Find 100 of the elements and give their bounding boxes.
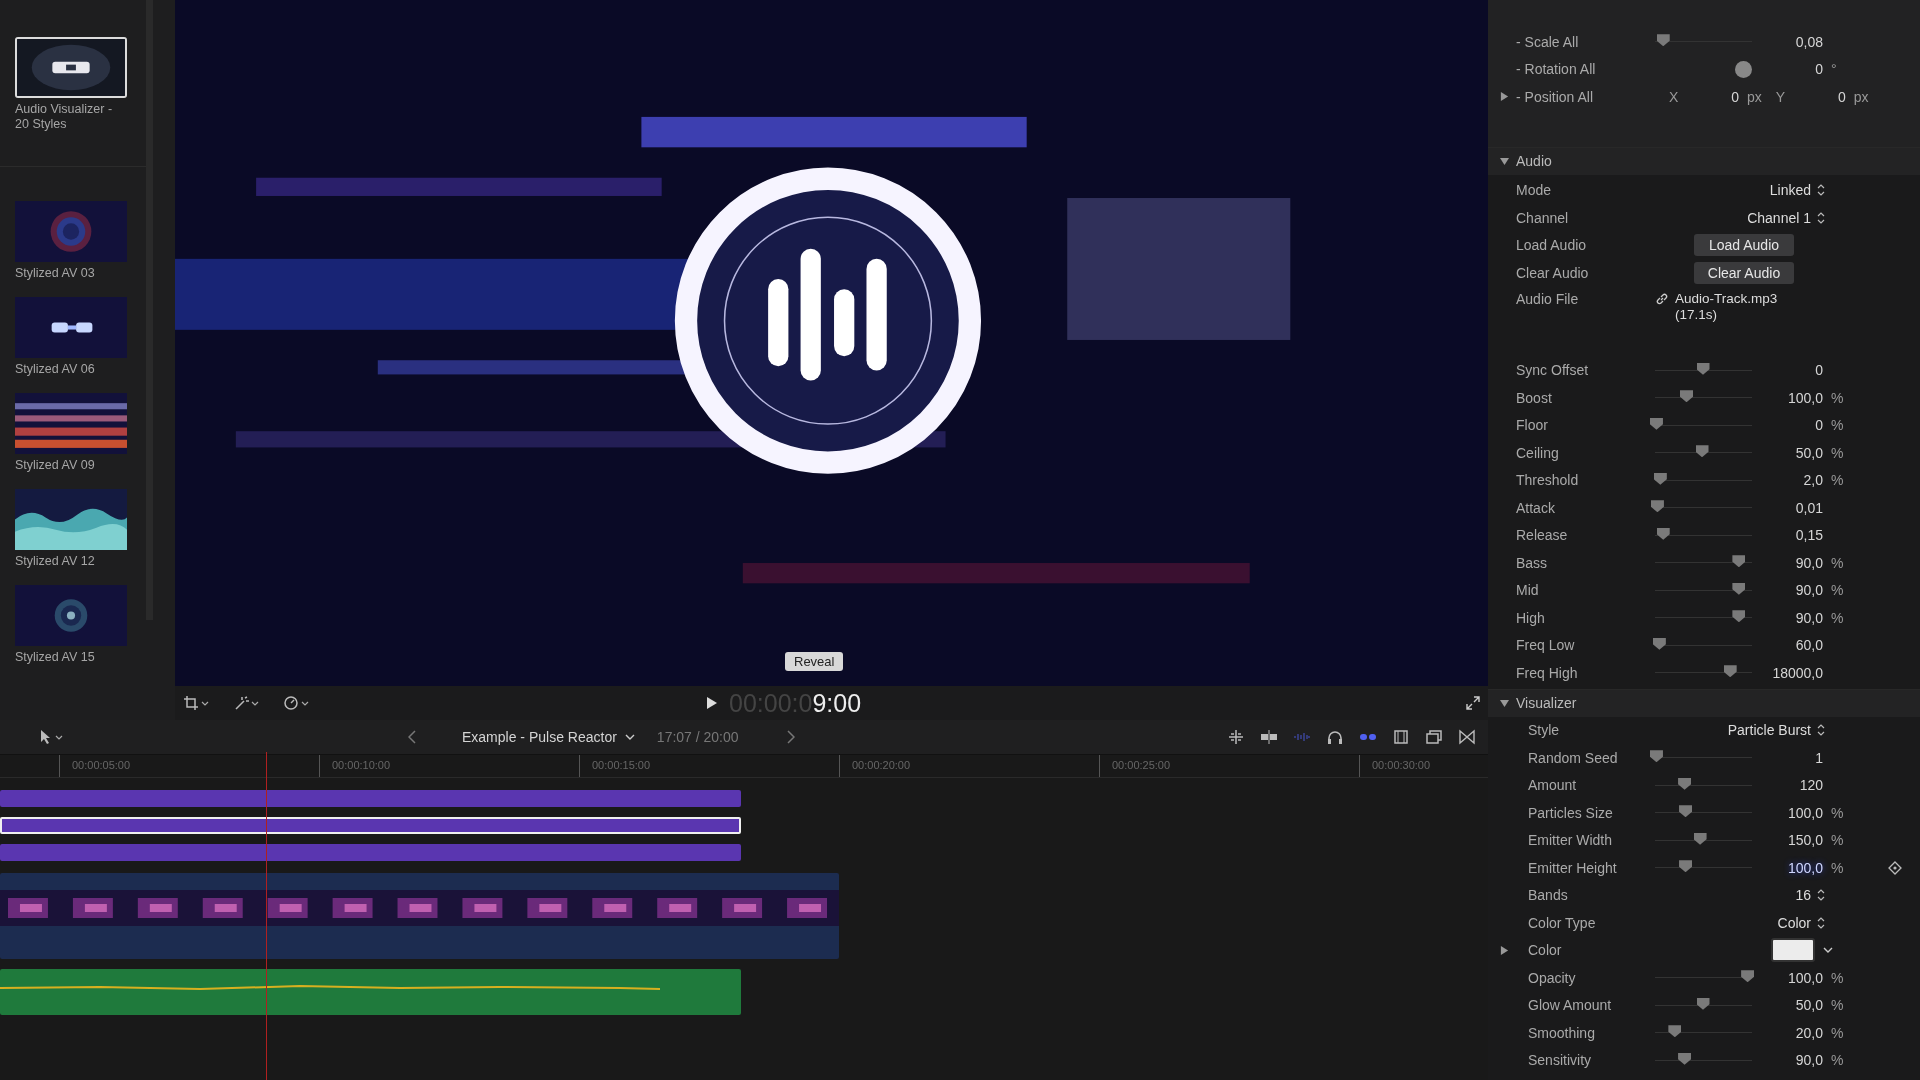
slider-handle[interactable] [1678, 1052, 1692, 1065]
param-value[interactable]: 0,15 [1752, 527, 1823, 544]
popup-menu[interactable]: Color [1777, 914, 1825, 931]
forward-icon[interactable] [786, 730, 795, 744]
rotation-dial[interactable] [1735, 60, 1752, 78]
param-value[interactable]: 1 [1752, 749, 1823, 766]
param-label: Floor [1516, 417, 1549, 434]
param-value[interactable]: 60,0 [1752, 637, 1823, 654]
param-value[interactable]: 0,08 [1752, 33, 1823, 50]
chevron-icon[interactable] [1823, 947, 1833, 954]
filmstrip-icon[interactable] [1392, 729, 1410, 745]
slider-handle[interactable] [1656, 527, 1670, 540]
video-clip[interactable] [0, 873, 839, 959]
slider-handle[interactable] [1732, 555, 1746, 568]
param-value[interactable]: 20,0 [1752, 1024, 1823, 1041]
title-clip[interactable] [0, 844, 741, 861]
title-marker[interactable]: Reveal [785, 652, 844, 671]
project-menu[interactable]: Example - Pulse Reactor [462, 729, 635, 745]
param-value[interactable]: 0 [1752, 61, 1823, 78]
chevron-icon[interactable] [624, 734, 635, 740]
disclosure-icon[interactable] [1500, 92, 1509, 102]
param-value[interactable]: 90,0 [1752, 1052, 1823, 1069]
ruler-label: 00:00:15:00 [579, 755, 839, 777]
unit-label: % [1831, 859, 1844, 876]
stepper-icon[interactable] [1817, 184, 1825, 197]
unit-label: % [1831, 582, 1844, 599]
item-label: Audio Visualizer - 20 Styles [15, 102, 114, 132]
stepper-icon[interactable] [1817, 724, 1825, 737]
param-value[interactable]: 0 [1752, 362, 1823, 379]
title-clip[interactable] [0, 790, 741, 807]
slider-handle[interactable] [1732, 582, 1746, 595]
param-value[interactable]: 100,0 [1752, 389, 1823, 406]
param-value[interactable]: 90,0 [1752, 554, 1823, 571]
title-clip[interactable] [0, 817, 741, 834]
slider-handle[interactable] [1696, 362, 1710, 375]
param-value[interactable]: 0 [1805, 88, 1846, 105]
param-value[interactable]: 100,0 [1752, 859, 1823, 876]
split-icon[interactable] [1260, 729, 1278, 745]
play-icon[interactable] [707, 697, 717, 709]
param-value[interactable]: 50,0 [1752, 997, 1823, 1014]
param-label: Emitter Height [1528, 859, 1618, 876]
slider-handle[interactable] [1679, 860, 1693, 873]
bowtie-icon[interactable] [1458, 729, 1476, 745]
param-value[interactable]: 90,0 [1752, 582, 1823, 599]
stepper-icon[interactable] [1817, 889, 1825, 902]
slider-handle[interactable] [1695, 445, 1709, 458]
slider-handle[interactable] [1652, 637, 1666, 650]
pointer-icon[interactable] [38, 729, 64, 745]
slider-handle[interactable] [1696, 997, 1710, 1010]
slider-handle[interactable] [1679, 805, 1693, 818]
slider-handle[interactable] [1650, 500, 1664, 513]
stepper-icon[interactable] [1817, 916, 1825, 929]
popup-menu[interactable]: Linked [1769, 182, 1825, 199]
slider-handle[interactable] [1693, 832, 1707, 845]
fullscreen-icon[interactable] [1466, 696, 1480, 710]
speedometer-icon[interactable] [283, 695, 309, 711]
param-value[interactable]: 150,0 [1752, 832, 1823, 849]
slider-handle[interactable] [1678, 777, 1692, 790]
crop-icon[interactable] [183, 695, 209, 711]
param-value[interactable]: 0 [1752, 417, 1823, 434]
param-value[interactable]: 18000,0 [1752, 664, 1823, 681]
back-icon[interactable] [408, 730, 416, 744]
slider-handle[interactable] [1723, 665, 1737, 678]
slider-handle[interactable] [1680, 390, 1693, 403]
param-value[interactable]: 100,0 [1752, 969, 1823, 986]
disclosure-icon[interactable] [1500, 945, 1509, 955]
param-value[interactable]: 0,01 [1752, 499, 1823, 516]
slider-handle[interactable] [1653, 472, 1667, 485]
skimming-icon[interactable] [1227, 729, 1245, 745]
param-value[interactable]: 120 [1752, 777, 1823, 794]
param-value[interactable]: 2,0 [1752, 472, 1823, 489]
audio-clip[interactable] [0, 969, 741, 1015]
slider-handle[interactable] [1668, 1025, 1682, 1038]
slider-handle[interactable] [1649, 417, 1663, 430]
slider-handle[interactable] [1732, 610, 1746, 623]
windows-icon[interactable] [1425, 729, 1443, 745]
param-value[interactable]: 100,0 [1752, 804, 1823, 821]
disclosure-icon[interactable] [1500, 156, 1509, 166]
param-label: Release [1516, 527, 1569, 544]
param-label: Freq Low [1516, 637, 1576, 654]
magic-wand-icon[interactable] [233, 695, 259, 711]
param-value[interactable]: 90,0 [1752, 609, 1823, 626]
slider-handle[interactable] [1656, 34, 1670, 47]
slider-handle[interactable] [1741, 970, 1755, 983]
unit-label: % [1831, 832, 1844, 849]
color-well[interactable] [1771, 938, 1815, 963]
disclosure-icon[interactable] [1500, 698, 1509, 708]
param-value[interactable]: 50,0 [1752, 444, 1823, 461]
headphones-icon[interactable] [1326, 729, 1344, 745]
section-header[interactable]: Audio [1488, 146, 1920, 175]
popup-menu[interactable]: 16 [1795, 887, 1825, 904]
stepper-icon[interactable] [1817, 211, 1825, 224]
popup-menu[interactable]: Particle Burst [1727, 722, 1825, 739]
section-header[interactable]: Visualizer [1488, 688, 1920, 717]
action-button[interactable]: Clear Audio [1694, 261, 1794, 284]
keyframe-icon[interactable] [1888, 860, 1902, 875]
param-value[interactable]: 0 [1699, 88, 1739, 105]
action-button[interactable]: Load Audio [1694, 234, 1794, 257]
slider-handle[interactable] [1649, 750, 1663, 763]
popup-menu[interactable]: Channel 1 [1747, 209, 1825, 226]
